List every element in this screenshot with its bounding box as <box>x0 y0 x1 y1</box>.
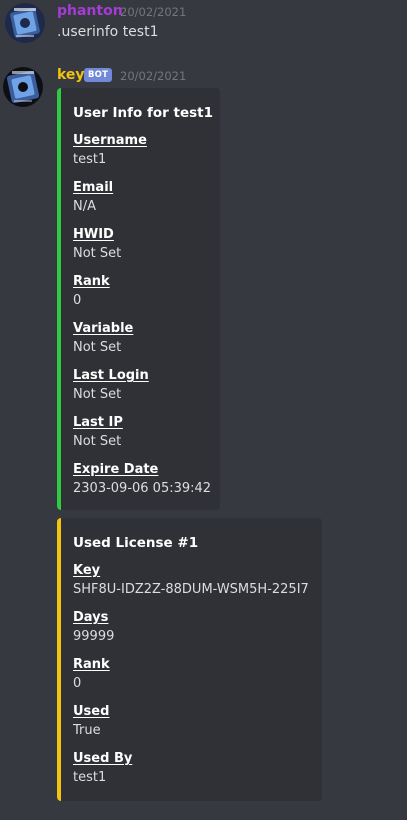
field-value: 0 <box>73 676 82 691</box>
field-used: Used True <box>73 703 306 740</box>
field-value: test1 <box>73 770 107 785</box>
field-value: Not Set <box>73 340 122 355</box>
bot-tag: BOT <box>84 68 113 82</box>
field-value: Not Set <box>73 434 122 449</box>
field-value: 0 <box>73 293 82 308</box>
field-value: SHF8U-IDZ2Z-88DUM-WSM5H-225I7 <box>73 582 309 597</box>
field-name: HWID <box>73 227 114 242</box>
username[interactable]: phanton <box>57 3 123 19</box>
avatar[interactable] <box>3 67 43 107</box>
field-value: 99999 <box>73 629 115 644</box>
field-username: Username test1 <box>73 132 204 169</box>
field-name: Rank <box>73 274 110 289</box>
field-days: Days 99999 <box>73 609 306 646</box>
embed-title: Used License #1 <box>73 535 199 551</box>
username[interactable]: key <box>57 67 85 83</box>
field-name: Username <box>73 133 147 148</box>
field-last-login: Last Login Not Set <box>73 367 204 404</box>
field-rank: Rank 0 <box>73 273 204 310</box>
field-value: 2303-09-06 05:39:42 <box>73 481 212 496</box>
field-name: Last Login <box>73 368 149 383</box>
field-expire-date: Expire Date 2303-09-06 05:39:42 <box>73 461 212 498</box>
field-last-ip: Last IP Not Set <box>73 414 204 451</box>
avatar[interactable] <box>5 3 45 43</box>
timestamp: 20/02/2021 <box>120 69 187 83</box>
field-name: Used By <box>73 751 133 766</box>
field-value: True <box>73 723 101 738</box>
timestamp: 20/02/2021 <box>120 5 187 19</box>
field-name: Rank <box>73 657 110 672</box>
field-value: Not Set <box>73 246 122 261</box>
bot-avatar-icon <box>3 67 43 107</box>
field-key: Key SHF8U-IDZ2Z-88DUM-WSM5H-225I7 <box>73 562 309 599</box>
avatar-icon <box>5 3 45 43</box>
field-name: Used <box>73 704 110 719</box>
chat-messages: phanton 20/02/2021 .userinfo test1 key B… <box>0 0 407 820</box>
message-text: .userinfo test1 <box>57 24 159 40</box>
field-rank: Rank 0 <box>73 656 306 693</box>
message-phanton: phanton 20/02/2021 .userinfo test1 <box>0 0 407 50</box>
field-name: Email <box>73 180 114 195</box>
embed-user-info: User Info for test1 Username test1 Email… <box>57 88 220 510</box>
field-name: Expire Date <box>73 462 159 477</box>
field-name: Days <box>73 610 109 625</box>
embed-used-license: Used License #1 Key SHF8U-IDZ2Z-88DUM-WS… <box>57 518 322 801</box>
field-value: N/A <box>73 199 96 214</box>
field-name: Variable <box>73 321 134 336</box>
field-email: Email N/A <box>73 179 204 216</box>
field-value: Not Set <box>73 387 122 402</box>
field-name: Key <box>73 563 101 578</box>
field-name: Last IP <box>73 415 123 430</box>
field-used-by: Used By test1 <box>73 750 306 787</box>
field-hwid: HWID Not Set <box>73 226 204 263</box>
field-value: test1 <box>73 152 107 167</box>
message-key-bot: key BOT 20/02/2021 User Info for test1 U… <box>0 64 407 820</box>
embed-title: User Info for test1 <box>73 105 213 121</box>
field-variable: Variable Not Set <box>73 320 204 357</box>
